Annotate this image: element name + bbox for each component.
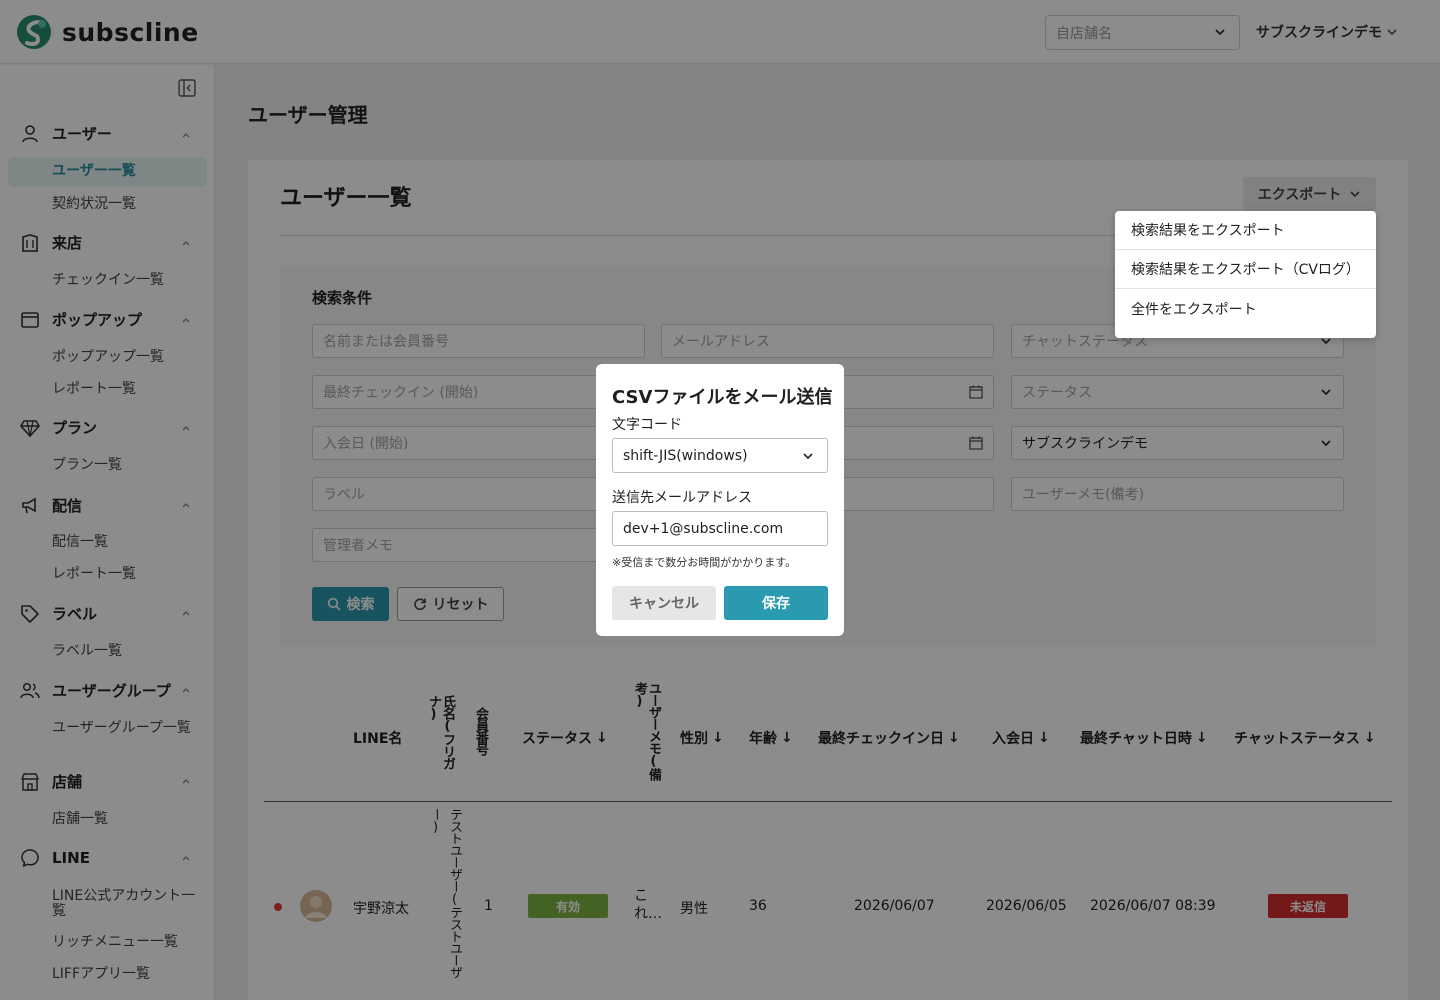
encoding-value: shift-JIS(windows) <box>623 447 748 464</box>
cancel-button[interactable]: キャンセル <box>612 586 716 620</box>
modal-title: CSVファイルをメール送信 <box>612 387 833 408</box>
csv-email-modal: CSVファイルをメール送信 文字コード shift-JIS(windows) 送… <box>596 364 844 636</box>
export-dropdown-menu: 検索結果をエクスポート 検索結果をエクスポート（CVログ） 全件をエクスポート <box>1115 211 1376 338</box>
chevron-down-icon <box>803 453 813 460</box>
modal-note: ※受信まで数分お時間がかかります。 <box>612 556 797 569</box>
encoding-select[interactable]: shift-JIS(windows) <box>612 438 828 473</box>
menu-item-export-all[interactable]: 全件をエクスポート <box>1115 289 1376 328</box>
encoding-label: 文字コード <box>612 417 682 433</box>
save-button[interactable]: 保存 <box>724 586 828 620</box>
menu-item-export-results-cv-log[interactable]: 検索結果をエクスポート（CVログ） <box>1115 250 1376 289</box>
email-label: 送信先メールアドレス <box>612 490 752 506</box>
recipient-email-input[interactable]: dev+1@subscline.com <box>612 511 828 546</box>
recipient-email-value: dev+1@subscline.com <box>623 520 784 537</box>
menu-item-export-results[interactable]: 検索結果をエクスポート <box>1115 211 1376 250</box>
